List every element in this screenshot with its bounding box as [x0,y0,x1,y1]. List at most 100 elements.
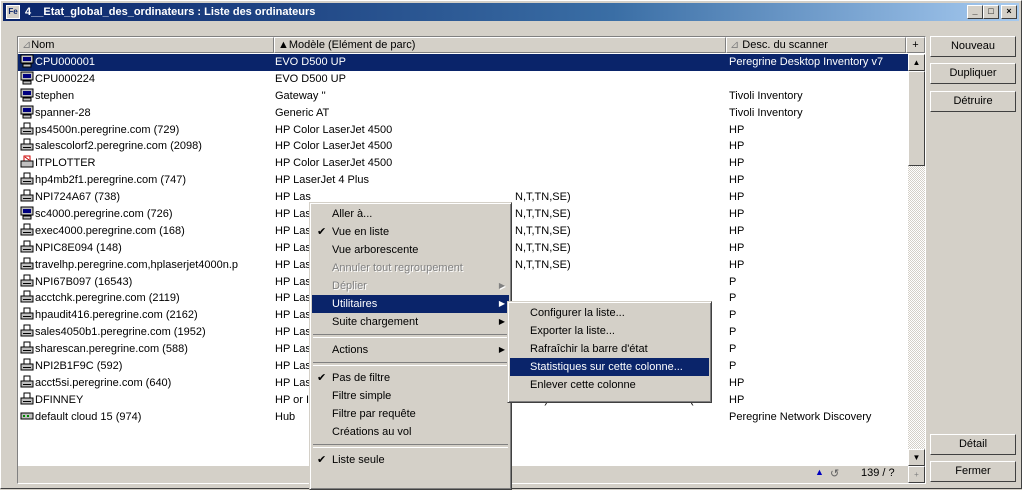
checkmark-icon: ✔ [317,372,327,384]
cell-scanner-desc: P [729,326,737,339]
cell-scanner-desc: Peregrine Network Discovery [729,410,872,423]
cell-name: acctchk.peregrine.com (2119) [35,292,180,305]
menu-item-label: Actions [332,344,369,356]
cell-scanner-desc: Tivoli Inventory [729,89,803,102]
menu-item[interactable]: ✔ Pas de filtre [312,369,509,387]
menu-item[interactable]: Exporter la liste... [510,322,709,340]
scroll-down-icon[interactable]: ▼ [908,449,925,466]
menu-item[interactable]: Créations au vol [312,423,509,441]
cell-scanner-desc: HP [729,241,745,254]
cell-name: DFINNEY [35,393,84,406]
cell-name: default cloud 15 (974) [35,410,142,423]
menu-item-label: Filtre par requête [332,408,416,420]
detail-button[interactable]: Détail [930,434,1016,455]
scroll-plus-icon[interactable]: + [908,466,925,483]
menu-item[interactable]: Configurer la liste... [510,304,709,322]
table-row[interactable]: stephen Gateway '' Tivoli Inventory [18,88,908,105]
cell-scanner-desc: HP [729,376,745,389]
computer-icon [20,105,34,119]
cell-scanner-desc: P [729,275,737,288]
menu-item-label: Créations au vol [332,426,412,438]
hub-icon [20,409,34,423]
printer-icon [20,290,34,304]
cell-name: hp4mb2f1.peregrine.com (747) [35,174,187,187]
column-header-scanner-desc[interactable]: ⊿ Desc. du scanner [726,37,906,53]
table-row[interactable]: hp4mb2f1.peregrine.com (747) HP LaserJet … [18,172,908,189]
duplicate-button[interactable]: Dupliquer [930,63,1016,84]
add-column-button[interactable]: + [906,37,925,53]
context-menu: Aller à... ✔ Vue en liste Vue arborescente A… [309,202,512,490]
table-row[interactable]: ps4500n.peregrine.com (729) HP Color Lase… [18,122,908,139]
cell-name: CPU000224 [35,72,95,85]
cell-model: HP Color LaserJet 4500 [275,123,393,136]
new-button[interactable]: Nouveau [930,36,1016,57]
menu-item[interactable]: Statistiques sur cette colonne... [510,358,709,376]
maximize-button[interactable]: □ [983,5,999,19]
cell-name: travelhp.peregrine.com,hplaserjet4000n.p [35,258,239,271]
checkmark-icon: ✔ [317,226,327,238]
menu-item[interactable]: Utilitaires ▶ [312,295,509,313]
cell-model-tail: N,T,TN,SE) [515,208,571,221]
cell-name: stephen [35,89,75,102]
cell-name: hpaudit416.peregrine.com (2162) [35,309,198,322]
scroll-track[interactable] [908,166,925,466]
cell-scanner-desc: HP [729,174,745,187]
table-row[interactable]: ITPLOTTER HP Color LaserJet 4500 HP [18,155,908,172]
vertical-scrollbar[interactable]: ▲ ▼ + [908,54,925,483]
submenu-arrow-icon: ▶ [498,281,505,290]
scroll-thumb[interactable] [908,71,925,166]
title-bar[interactable]: Fe 4__Etat_global_des_ordinateurs : List… [3,3,1019,21]
menu-item-label: Exporter la liste... [530,325,615,337]
submenu-arrow-icon: ▶ [498,299,505,308]
cell-scanner-desc: P [729,292,737,305]
menu-separator [313,444,508,448]
minimize-button[interactable]: _ [967,5,983,19]
menu-item[interactable]: Filtre simple [312,387,509,405]
menu-item[interactable]: ✔ Vue en liste [312,223,509,241]
column-header-bar: ⊿Nom ▲Modèle (Elément de parc) ⊿ Desc. d… [18,37,925,53]
delete-button[interactable]: Détruire [930,91,1016,112]
menu-item-label: Enlever cette colonne [530,379,636,391]
column-header-model[interactable]: ▲Modèle (Elément de parc) [274,37,726,53]
menu-item[interactable]: Suite chargement ▶ [312,313,509,331]
cell-scanner-desc: HP [729,393,745,406]
cell-name: spanner-28 [35,106,91,119]
menu-item[interactable]: Filtre par requête [312,405,509,423]
scroll-up-icon[interactable]: ▲ [908,54,925,71]
menu-item-label: Filtre simple [332,390,392,402]
menu-item[interactable]: Rafraîchir la barre d'état [510,340,709,358]
cell-model-tail: N,T,TN,SE) [515,191,571,204]
cell-model-tail: N,T,TN,SE) [515,241,571,254]
window-icon: Fe [6,5,20,19]
menu-separator [313,334,508,338]
computer-icon [20,206,34,220]
close-button[interactable]: Fermer [930,461,1016,482]
menu-item[interactable]: Enlever cette colonne [510,376,709,394]
table-row[interactable]: spanner-28 Generic AT Tivoli Inventory [18,105,908,122]
printer-icon [20,274,34,288]
cell-name: sharescan.peregrine.com (588) [35,343,188,356]
table-row[interactable]: CPU000001 EVO D500 UP Peregrine Desktop In… [18,54,908,71]
printer-icon [20,307,34,321]
close-window-button[interactable]: × [1001,5,1017,19]
cell-model: Generic AT [275,106,330,119]
printer-icon [20,223,34,237]
table-row[interactable]: CPU000224 EVO D500 UP [18,71,908,88]
table-row[interactable]: salescolorf2.peregrine.com (2098) HP Colo… [18,138,908,155]
menu-item[interactable]: ✔ Liste seule [312,451,509,469]
up-arrow-icon[interactable]: ▲ [815,467,824,477]
cell-scanner-desc: HP [729,191,745,204]
menu-item[interactable]: Vue arborescente [312,241,509,259]
menu-item-label: Vue arborescente [332,244,419,256]
cell-scanner-desc: Peregrine Desktop Inventory v7 [729,56,884,68]
printer-icon [20,358,34,372]
cell-name: CPU000001 [35,56,95,68]
cell-scanner-desc: HP [729,140,745,153]
column-header-name[interactable]: ⊿Nom [18,37,274,53]
menu-item[interactable]: Aller à... [312,205,509,223]
printer-icon [20,375,34,389]
menu-item-label: Annuler tout regroupement [332,262,463,274]
refresh-icon[interactable]: ↺ [830,467,839,480]
computer-icon [20,88,34,102]
menu-item[interactable]: Actions ▶ [312,341,509,359]
